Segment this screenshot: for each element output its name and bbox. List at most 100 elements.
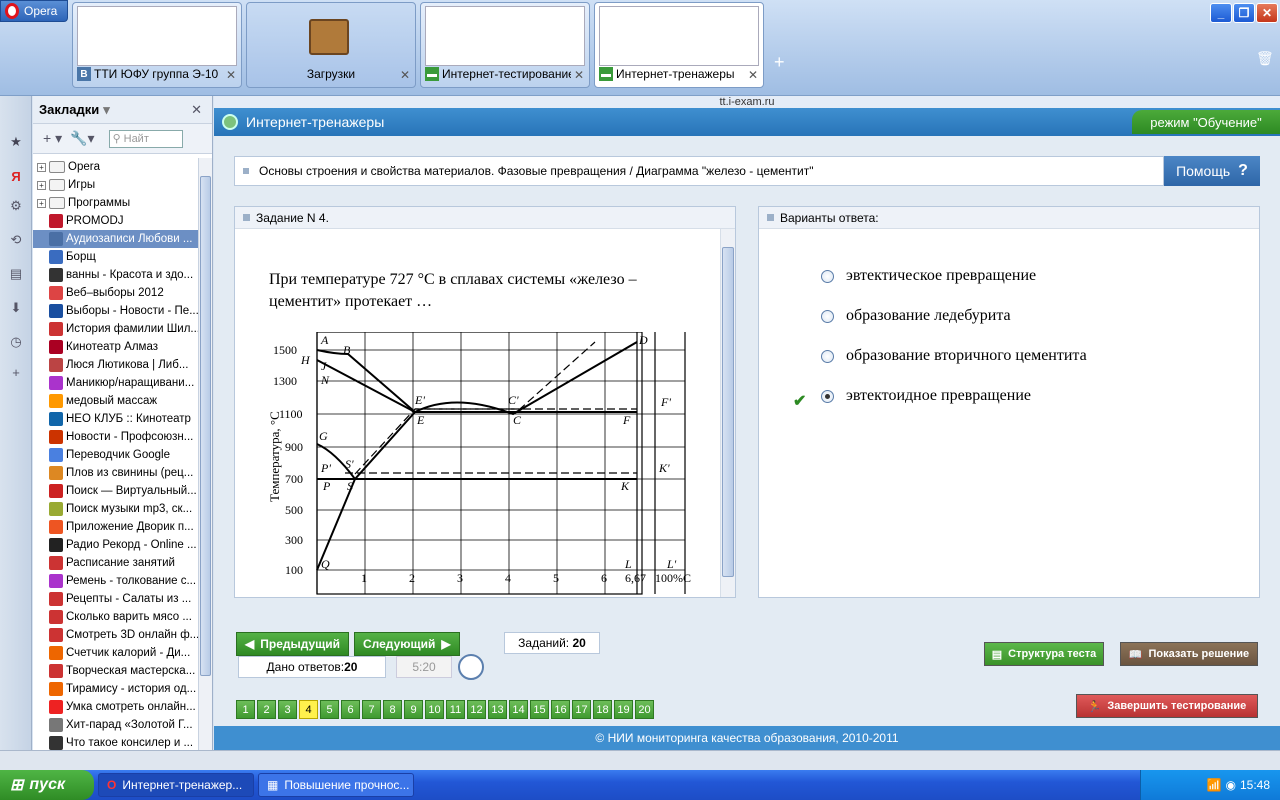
bookmark-folder[interactable]: + Программы: [33, 194, 199, 212]
help-button[interactable]: Помощь ?: [1164, 156, 1260, 186]
page-button[interactable]: 20: [635, 700, 654, 719]
answer-option[interactable]: эвтектическое превращение: [821, 267, 1036, 285]
page-button[interactable]: 6: [341, 700, 360, 719]
bookmark-item[interactable]: Кинотеатр Алмаз: [33, 338, 199, 356]
page-button[interactable]: 7: [362, 700, 381, 719]
bookmark-folder[interactable]: + Opera: [33, 158, 199, 176]
address-bar[interactable]: tt.i-exam.ru: [214, 96, 1280, 108]
page-button[interactable]: 1: [236, 700, 255, 719]
tab-downloads[interactable]: Загрузки ✕: [246, 2, 416, 88]
bookmark-item[interactable]: Умка смотреть онлайн...: [33, 698, 199, 716]
bookmark-item[interactable]: Поиск музыки mp3, ск...: [33, 500, 199, 518]
bookmark-item[interactable]: Борщ: [33, 248, 199, 266]
page-button[interactable]: 12: [467, 700, 486, 719]
close-tab-icon[interactable]: ✕: [400, 68, 410, 82]
page-button[interactable]: 14: [509, 700, 528, 719]
new-tab-icon[interactable]: +: [774, 52, 785, 73]
bookmark-item[interactable]: Выборы - Новости - Пе...: [33, 302, 199, 320]
close-window-button[interactable]: ✕: [1256, 3, 1278, 23]
finish-test-button[interactable]: 🏃 Завершить тестирование: [1076, 694, 1258, 718]
prev-button[interactable]: ◀ Предыдущий: [236, 632, 350, 656]
bookmark-item[interactable]: Тирамису - история од...: [33, 680, 199, 698]
answer-option[interactable]: образование вторичного цементита: [821, 347, 1087, 365]
downloads-icon[interactable]: ⬇: [8, 300, 24, 316]
page-button[interactable]: 17: [572, 700, 591, 719]
bookmarks-scrollbar[interactable]: [198, 158, 212, 750]
page-button[interactable]: 10: [425, 700, 444, 719]
history-icon[interactable]: ◷: [8, 334, 24, 350]
page-button[interactable]: 13: [488, 700, 507, 719]
page-button[interactable]: 18: [593, 700, 612, 719]
bookmark-item[interactable]: Счетчик калорий - Ди...: [33, 644, 199, 662]
bookmark-item[interactable]: Люся Лютикова | Либ...: [33, 356, 199, 374]
bookmark-item[interactable]: Хит-парад «Золотой Г...: [33, 716, 199, 734]
notes-icon[interactable]: ▤: [8, 266, 24, 282]
close-icon[interactable]: ✕: [191, 102, 202, 118]
bookmark-item[interactable]: Что такое консилер и ...: [33, 734, 199, 750]
add-bookmark-icon[interactable]: + ▾: [43, 130, 62, 147]
bookmark-item[interactable]: медовый массаж: [33, 392, 199, 410]
page-button[interactable]: 19: [614, 700, 633, 719]
opera-menu-button[interactable]: Opera: [0, 0, 68, 22]
gear-icon[interactable]: ⚙: [8, 198, 24, 214]
bookmark-item[interactable]: Расписание занятий: [33, 554, 199, 572]
close-tab-icon[interactable]: ✕: [748, 68, 758, 82]
tab-vk[interactable]: В ТТИ ЮФУ группа Э-10 ✕: [72, 2, 242, 88]
bookmark-item[interactable]: История фамилии Шил...: [33, 320, 199, 338]
bookmark-item[interactable]: ванны - Красота и здо...: [33, 266, 199, 284]
bookmark-folder[interactable]: + Игры: [33, 176, 199, 194]
page-button[interactable]: 15: [530, 700, 549, 719]
bookmarks-search-input[interactable]: ⚲ Найт: [108, 129, 183, 148]
maximize-button[interactable]: ❐: [1233, 3, 1255, 23]
next-button[interactable]: Следующий ▶: [354, 632, 460, 656]
start-button[interactable]: ⊞ пуск: [0, 770, 94, 800]
close-tab-icon[interactable]: ✕: [574, 68, 584, 82]
tab-internet-testing[interactable]: ▬ Интернет-тестирование ✕: [420, 2, 590, 88]
answer-option[interactable]: образование ледебурита: [821, 307, 1011, 325]
minimize-button[interactable]: _: [1210, 3, 1232, 23]
bookmark-item[interactable]: Маникюр/наращивани...: [33, 374, 199, 392]
answer-option-selected[interactable]: эвтектоидное превращение: [821, 387, 1031, 405]
task-scrollbar[interactable]: [720, 229, 735, 597]
page-button[interactable]: 8: [383, 700, 402, 719]
test-structure-button[interactable]: ▤ Структура теста: [984, 642, 1104, 666]
radio-button[interactable]: [821, 269, 834, 283]
bookmark-item[interactable]: Веб–выборы 2012: [33, 284, 199, 302]
add-panel-icon[interactable]: +: [8, 364, 24, 380]
trash-icon[interactable]: 🗑: [1256, 50, 1274, 67]
page-button[interactable]: 11: [446, 700, 465, 719]
page-button[interactable]: 2: [257, 700, 276, 719]
bookmark-item[interactable]: Поиск — Виртуальный...: [33, 482, 199, 500]
bookmark-item[interactable]: Переводчик Google: [33, 446, 199, 464]
show-solution-button[interactable]: 📖 Показать решение: [1120, 642, 1258, 666]
unite-icon[interactable]: ⟲: [8, 232, 24, 248]
close-tab-icon[interactable]: ✕: [226, 68, 236, 82]
radio-button-checked[interactable]: [821, 389, 834, 403]
bookmark-item[interactable]: Творческая мастерска...: [33, 662, 199, 680]
bookmark-item[interactable]: Сколько варить мясо ...: [33, 608, 199, 626]
page-button[interactable]: 9: [404, 700, 423, 719]
wrench-icon[interactable]: 🔧▾: [70, 130, 94, 147]
chevron-down-icon[interactable]: ▾: [103, 102, 110, 118]
bookmark-item[interactable]: PROMODJ: [33, 212, 199, 230]
radio-button[interactable]: [821, 349, 834, 363]
expand-icon[interactable]: +: [37, 198, 46, 208]
bookmark-item[interactable]: Рецепты - Салаты из ...: [33, 590, 199, 608]
bookmark-item[interactable]: НЕО КЛУБ :: Кинотеатр: [33, 410, 199, 428]
bookmark-item[interactable]: Аудиозаписи Любови ...: [33, 230, 199, 248]
page-button[interactable]: 5: [320, 700, 339, 719]
yandex-icon[interactable]: Я: [8, 168, 24, 184]
page-button[interactable]: 3: [278, 700, 297, 719]
bookmark-item[interactable]: Плов из свинины (рец...: [33, 464, 199, 482]
expand-icon[interactable]: +: [37, 162, 46, 172]
taskbar-item-opera[interactable]: O Интернет-тренажер...: [98, 773, 254, 797]
expand-icon[interactable]: +: [37, 180, 46, 190]
bookmark-item[interactable]: Радио Рекорд - Online ...: [33, 536, 199, 554]
bookmark-item[interactable]: Приложение Дворик п...: [33, 518, 199, 536]
taskbar-item-word[interactable]: ▦ Повышение прочнос...: [258, 773, 414, 797]
tab-internet-trainers[interactable]: ▬ Интернет-тренажеры ✕: [594, 2, 764, 88]
bookmarks-star-icon[interactable]: ★: [8, 134, 24, 150]
bookmark-item[interactable]: Ремень - толкование с...: [33, 572, 199, 590]
page-button[interactable]: 16: [551, 700, 570, 719]
bookmark-item[interactable]: Новости - Профсоюзн...: [33, 428, 199, 446]
